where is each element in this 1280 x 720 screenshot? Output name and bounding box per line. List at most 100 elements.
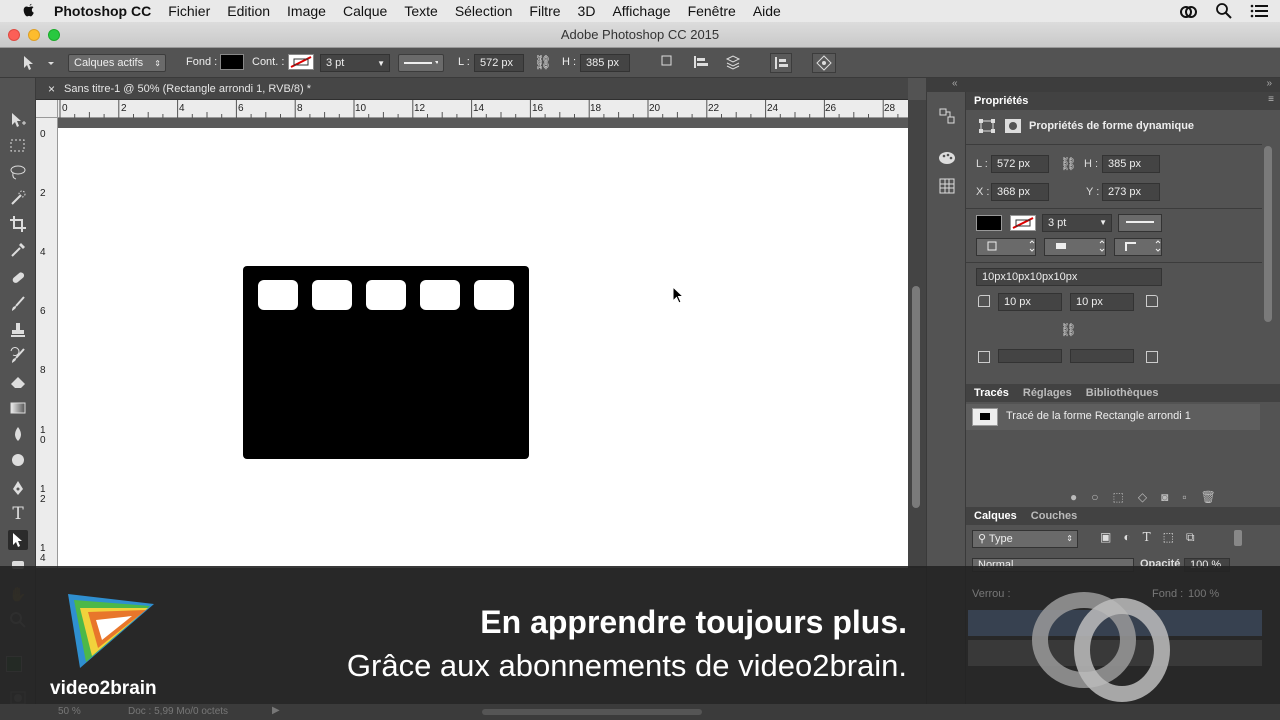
document-tab[interactable]: × Sans titre-1 @ 50% (Rectangle arrondi … [36,78,908,100]
width-field[interactable]: 572 px [474,54,524,72]
path-list-item[interactable]: Tracé de la forme Rectangle arrondi 1 [966,404,1260,430]
notification-list-icon[interactable] [1250,4,1268,18]
creative-cloud-icon[interactable] [1178,3,1198,19]
menu-texte[interactable]: Texte [404,3,437,19]
prop-height-field[interactable]: 385 px [1102,155,1160,173]
filter-toggle-switch[interactable] [1234,530,1242,546]
path-selection-tool-preset[interactable] [20,54,54,75]
tab-reglages[interactable]: Réglages [1023,387,1072,399]
menu-3d[interactable]: 3D [578,3,596,19]
apple-icon[interactable] [20,3,38,19]
color-panel-icon[interactable] [937,148,957,171]
eyedropper-tool-icon[interactable] [8,240,28,260]
swatches-panel-icon[interactable] [937,176,957,199]
make-path-icon[interactable]: ◇ [1138,490,1147,504]
history-brush-tool-icon[interactable] [8,346,28,366]
type-tool-icon[interactable]: T [8,504,28,524]
status-menu-arrow-icon[interactable]: ▶ [272,705,280,716]
prop-y-field[interactable]: 273 px [1102,183,1160,201]
stroke-color-swatch[interactable] [288,54,314,70]
type-filter-icon[interactable]: T [1143,530,1151,545]
window-close-button[interactable] [8,29,20,41]
ruler-origin[interactable] [36,100,58,118]
path-arrangement-icon[interactable] [724,54,742,70]
prop-radius-tl-field[interactable]: 10 px [998,293,1062,311]
menu-fichier[interactable]: Fichier [168,3,210,19]
history-panel-icon[interactable] [937,106,957,129]
path-operations-icon[interactable] [660,54,676,70]
prop-radius-tr-field[interactable]: 10 px [1070,293,1134,311]
menu-selection[interactable]: Sélection [455,3,513,19]
prop-fill-swatch[interactable] [976,215,1002,231]
brush-tool-icon[interactable] [8,294,28,314]
load-selection-icon[interactable]: ⬚ [1113,490,1124,504]
prop-radius-br-field[interactable] [1070,349,1134,363]
align-edges-icon[interactable] [770,53,792,73]
panel-menu-icon[interactable]: ≡ [1268,94,1274,105]
stroke-width-field[interactable]: 3 pt ▼ [320,54,390,72]
add-mask-icon[interactable]: ◙ [1161,490,1168,504]
fill-path-icon[interactable]: ● [1070,490,1077,504]
window-minimize-button[interactable] [28,29,40,41]
window-zoom-button[interactable] [48,29,60,41]
rounded-rectangle-shape[interactable] [243,266,529,459]
prop-stroke-align-dropdown[interactable] [976,238,1036,256]
collapse-arrows-icon[interactable]: » [1266,78,1272,89]
menu-edition[interactable]: Edition [227,3,270,19]
link-icon[interactable]: ⛓ [534,54,552,71]
prop-stroke-swatch[interactable] [1010,215,1036,231]
shape-filter-icon[interactable]: ⬚ [1163,530,1174,545]
prop-stroke-width-field[interactable]: 3 pt ▼ [1042,214,1112,232]
tab-bibliotheques[interactable]: Bibliothèques [1086,387,1159,399]
adjustment-filter-icon[interactable]: ◐ [1123,530,1130,545]
prop-stroke-type-dropdown[interactable] [1118,214,1162,232]
tab-couches[interactable]: Couches [1031,510,1077,522]
tab-traces[interactable]: Tracés [974,387,1009,399]
pixel-filter-icon[interactable]: ▣ [1100,530,1111,545]
menu-calque[interactable]: Calque [343,3,387,19]
blur-tool-icon[interactable] [8,424,28,444]
layer-fill-value[interactable]: 100 % [1188,588,1219,600]
properties-scrollbar-thumb[interactable] [1264,146,1272,322]
prop-radius-bl-field[interactable] [998,349,1062,363]
height-field[interactable]: 385 px [580,54,630,72]
smart-object-filter-icon[interactable]: ⧉ [1186,530,1195,545]
layer-filter-dropdown[interactable]: ⚲ Type ⇕ [972,530,1078,548]
new-path-icon[interactable]: ▫ [1182,490,1186,504]
stroke-type-dropdown[interactable] [398,54,444,72]
link-icon[interactable]: ⛓ [1060,156,1077,172]
mask-properties-icon[interactable] [1004,118,1022,137]
marquee-tool-icon[interactable] [8,136,28,156]
close-tab-icon[interactable]: × [48,78,55,100]
path-selection-tool-icon[interactable] [8,530,28,550]
properties-tab[interactable]: Propriétés [974,95,1028,107]
horizontal-scrollbar[interactable] [482,709,702,715]
trash-icon[interactable]: 🗑 [1201,490,1216,504]
fill-color-swatch[interactable] [220,54,244,70]
healing-brush-tool-icon[interactable] [8,268,28,288]
crop-tool-icon[interactable] [8,214,28,234]
eraser-tool-icon[interactable] [8,372,28,392]
menu-image[interactable]: Image [287,3,326,19]
path-alignment-icon[interactable] [692,54,710,70]
prop-width-field[interactable]: 572 px [991,155,1049,173]
menu-affichage[interactable]: Affichage [612,3,670,19]
spotlight-search-icon[interactable] [1216,3,1232,19]
menu-filtre[interactable]: Filtre [529,3,560,19]
vertical-scrollbar[interactable] [908,100,926,568]
pen-tool-icon[interactable] [8,478,28,498]
dodge-tool-icon[interactable] [8,450,28,470]
scrollbar-thumb[interactable] [912,286,920,508]
menu-fenetre[interactable]: Fenêtre [688,3,736,19]
gradient-tool-icon[interactable] [8,398,28,418]
quick-selection-tool-icon[interactable] [8,188,28,208]
menu-app-name[interactable]: Photoshop CC [54,3,151,19]
tab-calques[interactable]: Calques [974,510,1017,522]
prop-stroke-caps-dropdown[interactable] [1044,238,1106,256]
collapse-arrows-icon[interactable]: « [952,78,958,89]
path-settings-icon[interactable] [812,53,836,73]
select-mode-dropdown[interactable]: Calques actifs ⇕ [68,54,166,72]
menu-aide[interactable]: Aide [753,3,781,19]
prop-x-field[interactable]: 368 px [991,183,1049,201]
clone-stamp-tool-icon[interactable] [8,320,28,340]
